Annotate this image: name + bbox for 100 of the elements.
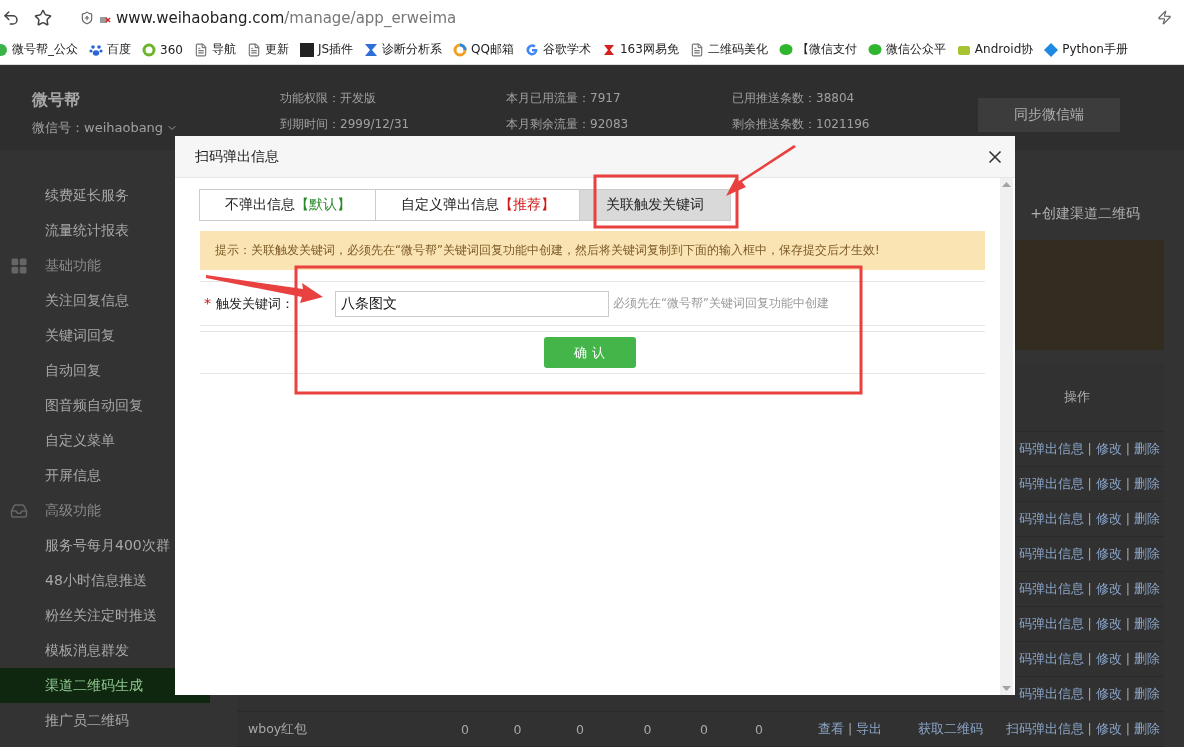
action-link[interactable]: 码弹出信息 <box>1018 440 1084 458</box>
action-link[interactable]: 查看 <box>817 720 844 738</box>
page-icon <box>193 42 208 57</box>
action-link[interactable]: 码弹出信息 <box>1018 580 1084 598</box>
square-icon <box>299 42 314 57</box>
sync-button[interactable]: 同步微信端 <box>978 98 1120 132</box>
separator: | <box>1087 580 1092 598</box>
hint-text: 必须先在“微号帮”关键词回复功能中创建 <box>613 296 829 311</box>
separator: | <box>1125 615 1130 633</box>
table-cell-text: 0 <box>642 721 653 737</box>
bookmark[interactable]: 二维码美化 <box>689 41 768 58</box>
g-icon <box>524 42 539 57</box>
action-link[interactable]: 修改 <box>1095 440 1122 458</box>
keyword-input[interactable]: 八条图文 <box>335 290 609 317</box>
action-link[interactable]: 修改 <box>1095 685 1122 703</box>
bookmark[interactable]: 微信公众平 <box>867 41 946 58</box>
action-link[interactable]: 码弹出信息 <box>1018 685 1084 703</box>
separator: | <box>1087 615 1092 633</box>
star-icon[interactable] <box>34 8 52 27</box>
action-link[interactable]: 修改 <box>1095 475 1122 493</box>
separator: | <box>1125 580 1130 598</box>
account-name: 微信号：weihaobang <box>32 119 164 137</box>
brand-name: 微号帮 <box>32 90 81 111</box>
bookmark[interactable]: QQ邮箱 <box>453 41 514 58</box>
action-link[interactable]: 删除 <box>1134 615 1160 633</box>
action-link[interactable]: 删除 <box>1134 440 1160 458</box>
table-cell-text: 0 <box>699 721 709 737</box>
action-link[interactable]: 修改 <box>1095 615 1122 633</box>
action-link[interactable]: 删除 <box>1134 685 1160 703</box>
info-text: 本月已用流量：7917 <box>506 90 622 107</box>
arrow <box>726 145 796 196</box>
action-link[interactable]: 删除 <box>1134 545 1160 563</box>
action-link[interactable]: 修改 <box>1095 545 1122 563</box>
action-link[interactable]: 修改 <box>1095 720 1122 738</box>
separator: | <box>1087 720 1092 738</box>
action-link[interactable]: 修改 <box>1095 650 1122 668</box>
field-label: * 触发关键词： <box>203 294 294 313</box>
section-title: 基础功能 <box>45 256 101 275</box>
bookmark[interactable]: 谷歌学术 <box>524 41 591 58</box>
info-text: 已用推送条数：38804 <box>732 90 856 107</box>
bookmark[interactable]: JS插件 <box>299 41 354 58</box>
grid-icon <box>10 256 28 275</box>
action-link[interactable]: 导出 <box>856 720 883 738</box>
bookmark[interactable]: 微号帮_公众 <box>0 41 78 58</box>
separator: | <box>1125 720 1130 738</box>
qrcode-link[interactable]: 获取二维码 <box>917 720 983 738</box>
separator: | <box>1087 545 1092 563</box>
separator: | <box>1087 510 1092 528</box>
separator: | <box>1125 685 1130 703</box>
tab[interactable]: 自定义弹出信息【推荐】 <box>375 189 580 221</box>
info-text: 功能权限：开发版 <box>280 90 377 107</box>
separator: | <box>1125 440 1130 458</box>
separator: | <box>1087 475 1092 493</box>
action-link[interactable]: 修改 <box>1095 580 1122 598</box>
bookmark[interactable]: 【微信支付 <box>778 41 857 58</box>
action-link[interactable]: 码弹出信息 <box>1018 475 1084 493</box>
back-icon[interactable] <box>2 8 20 27</box>
bookmark[interactable]: 360 <box>142 42 183 57</box>
action-link[interactable]: 码弹出信息 <box>1018 615 1084 633</box>
bookmark[interactable]: 导航 <box>193 41 236 58</box>
url-text[interactable]: www.weihaobang.com/manage/app_erweima <box>116 8 457 27</box>
action-link[interactable]: 删除 <box>1134 580 1160 598</box>
info-text: 剩余推送条数：1021196 <box>732 116 871 133</box>
action-link[interactable]: 修改 <box>1095 510 1122 528</box>
bookmark[interactable]: Android协 <box>956 41 1034 58</box>
separator: | <box>1087 685 1092 703</box>
sidebar-item[interactable]: 推广员二维码 <box>0 703 210 738</box>
bookmark[interactable]: 诊断分析系 <box>364 41 443 58</box>
table-cell-text: 0 <box>754 721 764 737</box>
ring-icon <box>142 42 156 57</box>
hourglass-icon <box>364 42 379 57</box>
shield-icon <box>80 10 94 25</box>
bookmark[interactable]: 163网易免 <box>601 41 679 58</box>
separator: | <box>1125 650 1130 668</box>
ring-icon <box>453 42 468 57</box>
tab[interactable]: 关联触发关键词 <box>579 189 731 221</box>
bookmark[interactable]: Python手册 <box>1044 41 1128 58</box>
action-link[interactable]: 码弹出信息 <box>1018 510 1084 528</box>
page-icon <box>246 42 261 57</box>
action-link[interactable]: 删除 <box>1134 510 1160 528</box>
bookmark-icon <box>601 42 616 57</box>
bookmark[interactable]: 百度 <box>89 41 131 58</box>
paw-icon <box>89 42 103 57</box>
separator: | <box>1125 475 1130 493</box>
table-cell-text: 0 <box>460 721 470 737</box>
action-link[interactable]: 删除 <box>1134 720 1160 738</box>
action-link[interactable]: 删除 <box>1134 475 1160 493</box>
action-link[interactable]: 删除 <box>1134 650 1160 668</box>
lightning-icon[interactable] <box>1157 10 1172 25</box>
separator: | <box>1087 650 1092 668</box>
tip-text: 提示：关联触发关键词，必须先在“微号帮”关键词回复功能中创建，然后将关键词复制到下面的输入框中，保存提交后才生效! <box>215 243 880 258</box>
create-link[interactable]: +创建渠道二维码 <box>1030 195 1140 231</box>
action-link[interactable]: 码弹出信息 <box>1018 545 1084 563</box>
action-link[interactable]: 码弹出信息 <box>1018 650 1084 668</box>
separator: | <box>1087 440 1092 458</box>
bookmark[interactable]: 更新 <box>246 41 289 58</box>
column-header: 操作 <box>1063 388 1091 406</box>
separator: | <box>1125 545 1130 563</box>
action-link[interactable]: 扫码弹出信息 <box>1005 720 1084 738</box>
tab[interactable]: 不弹出信息【默认】 <box>199 189 376 221</box>
